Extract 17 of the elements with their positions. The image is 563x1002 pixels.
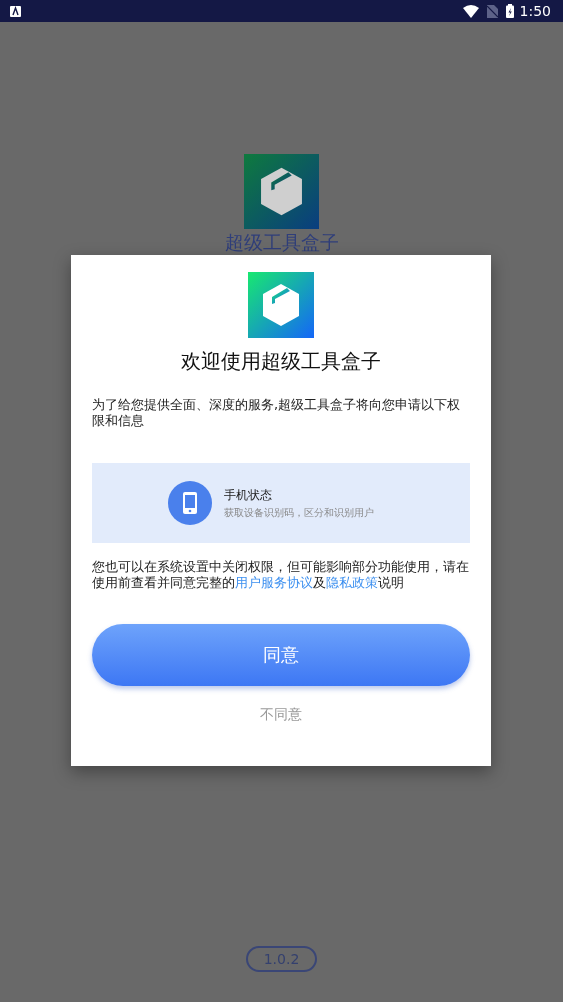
phone-icon [168, 481, 212, 525]
notice-text: 您也可以在系统设置中关闭权限，但可能影响部分功能使用，请在使用前查看并同意完整的用户服务协议及隐私政策说明 [92, 559, 470, 591]
disagree-button[interactable]: 不同意 [254, 704, 308, 726]
dialog-title: 欢迎使用超级工具盒子 [180, 348, 382, 375]
app-name: 超级工具盒子 [224, 231, 339, 253]
clock: 1:50 [519, 3, 551, 19]
permission-title: 手机状态 [224, 486, 273, 504]
intro-text: 为了给您提供全面、深度的服务,超级工具盒子将向您申请以下权限和信息 [92, 397, 462, 429]
battery-icon [505, 4, 514, 18]
wifi-icon [462, 4, 479, 18]
permission-description: 获取设备识别码，区分和识别用户 [224, 505, 374, 520]
agree-button[interactable]: 同意 [92, 624, 470, 686]
app-logo [248, 272, 314, 338]
no-sim-icon [486, 4, 498, 18]
notification-icon [10, 5, 21, 17]
policy-link[interactable]: 隐私政策 [326, 575, 378, 590]
policy-link[interactable]: 用户服务协议 [235, 575, 313, 590]
